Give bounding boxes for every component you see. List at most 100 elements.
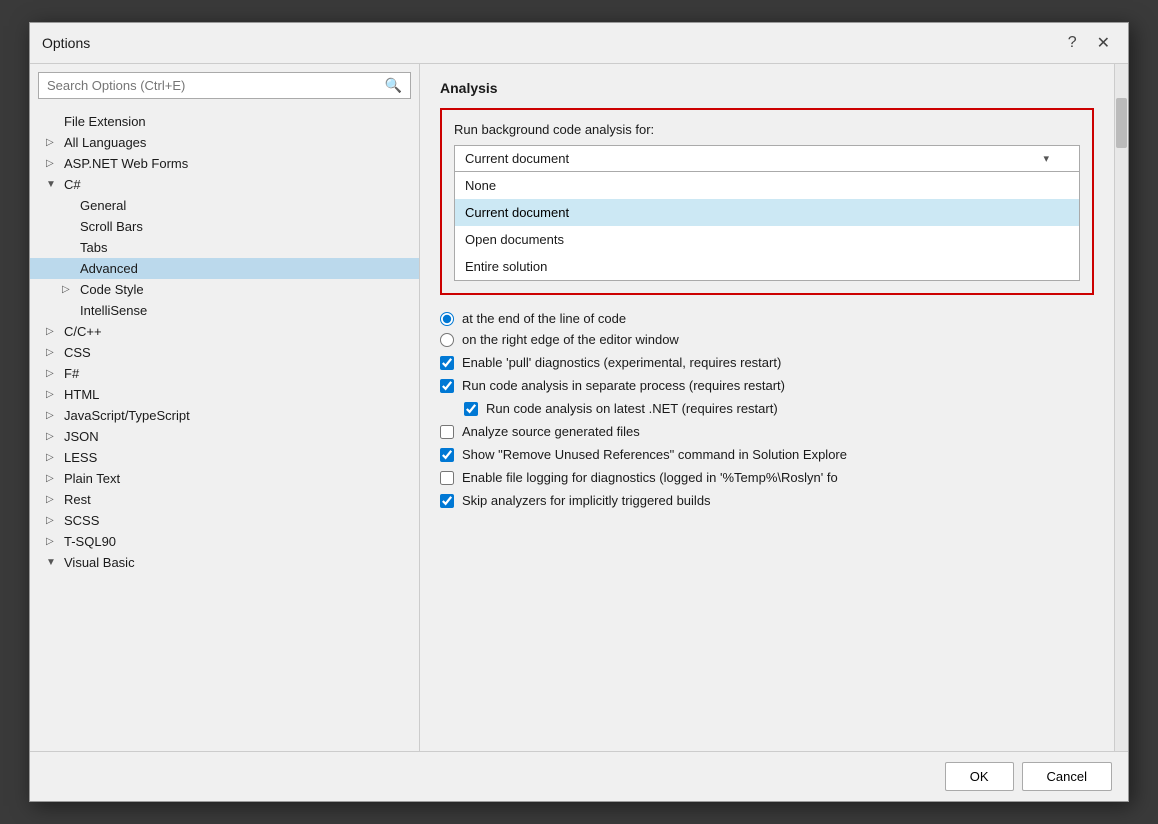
dialog-footer: OK Cancel — [30, 751, 1128, 801]
checkbox-label-remove-unused-refs: Show "Remove Unused References" command … — [462, 447, 847, 462]
tree-arrow-icon: ▼ — [46, 179, 60, 190]
analysis-dropdown-group: Run background code analysis for: Curren… — [440, 108, 1094, 295]
checkbox-skip-analyzers[interactable] — [440, 494, 454, 508]
dropdown-list: NoneCurrent documentOpen documentsEntire… — [454, 171, 1080, 281]
options-dialog: Options ? ✕ 🔍 File Extension ▷ All Languag… — [29, 22, 1129, 802]
tree-arrow-icon: ▷ — [46, 137, 60, 148]
radio-right-edge[interactable] — [440, 333, 454, 347]
tree-item-csharp-tabs[interactable]: Tabs — [30, 237, 419, 258]
checkbox-row-separate-process: Run code analysis in separate process (r… — [440, 378, 1094, 393]
checkbox-row-latest-dotnet: Run code analysis on latest .NET (requir… — [464, 401, 1094, 416]
tree-arrow-icon: ▷ — [46, 347, 60, 358]
search-icon: 🔍 — [385, 77, 402, 94]
tree-item-label: Advanced — [80, 261, 138, 276]
tree-item-plain-text[interactable]: ▷Plain Text — [30, 468, 419, 489]
checkbox-row-pull-diagnostics: Enable 'pull' diagnostics (experimental,… — [440, 355, 1094, 370]
help-button[interactable]: ? — [1062, 32, 1083, 54]
tree-item-file-extension[interactable]: File Extension — [30, 111, 419, 132]
right-scrollbar[interactable] — [1114, 64, 1128, 751]
tree-item-label: JSON — [64, 429, 99, 444]
tree-item-scss[interactable]: ▷ SCSS — [30, 510, 419, 531]
tree-arrow-icon: ▷ — [46, 326, 60, 337]
radio-label-end-of-line: at the end of the line of code — [462, 311, 626, 326]
title-bar-controls: ? ✕ — [1062, 31, 1116, 55]
chevron-down-icon: ▾ — [1043, 152, 1049, 165]
tree-arrow-icon: ▷ — [46, 515, 60, 526]
checkbox-label-skip-analyzers: Skip analyzers for implicitly triggered … — [462, 493, 711, 508]
tree-item-label: LESS — [64, 450, 97, 465]
radio-end-of-line[interactable] — [440, 312, 454, 326]
tree-item-less[interactable]: ▷LESS — [30, 447, 419, 468]
tree-item-javascript[interactable]: ▷JavaScript/TypeScript — [30, 405, 419, 426]
tree-item-css[interactable]: ▷ CSS — [30, 342, 419, 363]
checkbox-row-remove-unused-refs: Show "Remove Unused References" command … — [440, 447, 1094, 462]
right-content: Analysis Run background code analysis fo… — [420, 64, 1114, 751]
checkbox-row-file-logging: Enable file logging for diagnostics (log… — [440, 470, 1094, 485]
checkboxes-group: Enable 'pull' diagnostics (experimental,… — [440, 355, 1094, 508]
checkbox-label-source-generated: Analyze source generated files — [462, 424, 640, 439]
tree-item-tsql[interactable]: ▷T-SQL90 — [30, 531, 419, 552]
tree-item-cpp[interactable]: ▷C/C++ — [30, 321, 419, 342]
checkbox-label-latest-dotnet: Run code analysis on latest .NET (requir… — [486, 401, 778, 416]
tree-item-csharp-advanced[interactable]: Advanced — [30, 258, 419, 279]
tree-item-label: Visual Basic — [64, 555, 135, 570]
tree-arrow-icon: ▷ — [46, 410, 60, 421]
checkbox-label-pull-diagnostics: Enable 'pull' diagnostics (experimental,… — [462, 355, 781, 370]
checkbox-pull-diagnostics[interactable] — [440, 356, 454, 370]
left-panel: 🔍 File Extension▷All Languages▷ASP.NET W… — [30, 64, 420, 751]
tree-item-json[interactable]: ▷ JSON — [30, 426, 419, 447]
radio-row-end-of-line: at the end of the line of code — [440, 311, 1094, 326]
tree-arrow-icon: ▷ — [46, 473, 60, 484]
checkbox-latest-dotnet[interactable] — [464, 402, 478, 416]
checkbox-source-generated[interactable] — [440, 425, 454, 439]
tree-item-label: C# — [64, 177, 81, 192]
tree-item-csharp[interactable]: ▼ C# — [30, 174, 419, 195]
tree-arrow-icon: ▷ — [46, 431, 60, 442]
checkbox-label-separate-process: Run code analysis in separate process (r… — [462, 378, 785, 393]
tree-item-label: ASP.NET Web Forms — [64, 156, 188, 171]
tree-arrow-icon: ▷ — [62, 284, 76, 295]
close-button[interactable]: ✕ — [1091, 31, 1116, 55]
checkbox-file-logging[interactable] — [440, 471, 454, 485]
tree-arrow-icon: ▷ — [46, 368, 60, 379]
cancel-button[interactable]: Cancel — [1022, 762, 1112, 791]
tree-arrow-icon: ▷ — [46, 494, 60, 505]
tree-item-csharp-general[interactable]: General — [30, 195, 419, 216]
tree-item-label: General — [80, 198, 126, 213]
tree-item-label: Rest — [64, 492, 91, 507]
tree-item-label: IntelliSense — [80, 303, 147, 318]
tree-item-label: Scroll Bars — [80, 219, 143, 234]
tree-item-rest[interactable]: ▷ Rest — [30, 489, 419, 510]
tree-item-csharp-scrollbars[interactable]: Scroll Bars — [30, 216, 419, 237]
tree-item-html[interactable]: ▷HTML — [30, 384, 419, 405]
tree-arrow-icon: ▷ — [46, 536, 60, 547]
tree-item-visual-basic[interactable]: ▼Visual Basic — [30, 552, 419, 573]
tree-item-label: File Extension — [64, 114, 146, 129]
tree-item-label: All Languages — [64, 135, 146, 150]
tree-item-csharp-codestyle[interactable]: ▷Code Style — [30, 279, 419, 300]
title-bar: Options ? ✕ — [30, 23, 1128, 64]
tree-item-label: HTML — [64, 387, 99, 402]
dropdown-selected[interactable]: Current document ▾ — [454, 145, 1080, 172]
search-input[interactable] — [47, 78, 385, 93]
tree-item-aspnet-web-forms[interactable]: ▷ASP.NET Web Forms — [30, 153, 419, 174]
dropdown-option-open-documents[interactable]: Open documents — [455, 226, 1079, 253]
right-wrapper: Analysis Run background code analysis fo… — [420, 64, 1128, 751]
dropdown-option-entire-solution[interactable]: Entire solution — [455, 253, 1079, 280]
tree-item-csharp-intellisense[interactable]: IntelliSense — [30, 300, 419, 321]
tree-item-label: CSS — [64, 345, 91, 360]
tree-item-label: SCSS — [64, 513, 99, 528]
dropdown-option-current-document[interactable]: Current document — [455, 199, 1079, 226]
options-tree: File Extension▷All Languages▷ASP.NET Web… — [30, 107, 419, 751]
checkbox-separate-process[interactable] — [440, 379, 454, 393]
search-box[interactable]: 🔍 — [38, 72, 411, 99]
checkbox-remove-unused-refs[interactable] — [440, 448, 454, 462]
dropdown-option-none[interactable]: None — [455, 172, 1079, 199]
tree-item-all-languages[interactable]: ▷ All Languages — [30, 132, 419, 153]
ok-button[interactable]: OK — [945, 762, 1014, 791]
dialog-title: Options — [42, 35, 90, 51]
tree-item-label: Tabs — [80, 240, 107, 255]
dropdown-label: Run background code analysis for: — [454, 122, 1080, 137]
tree-item-fsharp[interactable]: ▷F# — [30, 363, 419, 384]
checkbox-row-skip-analyzers: Skip analyzers for implicitly triggered … — [440, 493, 1094, 508]
